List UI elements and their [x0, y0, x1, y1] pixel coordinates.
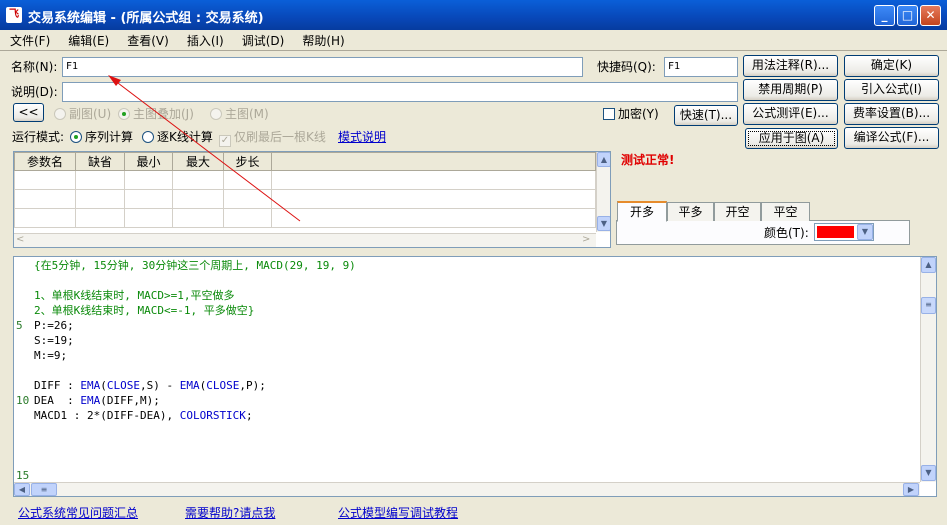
editor-hscroll[interactable]: ◀ ≡ ▶: [14, 482, 920, 496]
table-row[interactable]: [14, 170, 596, 190]
radio-sub[interactable]: 副图(U): [54, 106, 111, 122]
app-icon: 飞: [6, 7, 22, 23]
menu-view[interactable]: 查看(V): [117, 30, 177, 50]
tab-close-short[interactable]: 平空: [761, 202, 810, 221]
mode-seq-radio[interactable]: 序列计算: [70, 129, 133, 145]
scroll-thumb[interactable]: ≡: [921, 297, 936, 314]
shortcut-label: 快捷码(Q):: [597, 60, 656, 74]
mode-bar-radio[interactable]: 逐K线计算: [142, 129, 213, 145]
fee-button[interactable]: 费率设置(B)...: [844, 103, 939, 125]
param-header: 最大: [172, 152, 224, 171]
mode-refresh-checkbox[interactable]: ✓ 仅刷最后一根K线: [219, 129, 326, 147]
code-line: {在5分钟, 15分钟, 30分钟这三个周期上, MACD(29, 19, 9): [34, 259, 356, 272]
title-bar[interactable]: 飞 交易系统编辑 - (所属公式组 : 交易系统) _ □ ✕: [0, 0, 947, 30]
code-line: DEA : EMA(DIFF,M);: [34, 394, 160, 407]
status-text: 测试正常!: [621, 153, 675, 167]
usage-button[interactable]: 用法注释(R)...: [743, 55, 838, 77]
radio-overlay[interactable]: 主图叠加(J): [118, 106, 194, 122]
menu-insert[interactable]: 插入(I): [177, 30, 232, 50]
param-header: 缺省: [75, 152, 125, 171]
menu-divider: [0, 50, 947, 51]
line-number: 15: [16, 469, 30, 482]
color-select[interactable]: ▼: [814, 223, 874, 241]
scroll-left-icon[interactable]: <: [16, 234, 24, 245]
scroll-up-icon[interactable]: ▲: [921, 257, 936, 273]
param-header: 步长: [223, 152, 272, 171]
scroll-right-icon[interactable]: ▶: [903, 483, 919, 496]
scroll-left-icon[interactable]: ◀: [14, 483, 30, 496]
code-line: S:=19;: [34, 334, 74, 347]
compile-button[interactable]: 编译公式(F)...: [844, 127, 939, 149]
code-line: M:=9;: [34, 349, 68, 362]
param-grid[interactable]: 参数名 缺省 最小 最大 步长 ▲ ▼ < >: [13, 151, 611, 248]
collapse-button[interactable]: <<: [13, 103, 44, 122]
faq-link[interactable]: 公式系统常见问题汇总: [18, 505, 138, 521]
tutorial-link[interactable]: 公式模型编写调试教程: [338, 505, 458, 521]
param-header-filler: [271, 152, 596, 171]
apply-button[interactable]: 应用于图(A): [745, 128, 838, 149]
scroll-right-icon[interactable]: >: [582, 234, 590, 245]
grid-hscroll[interactable]: < >: [14, 233, 596, 247]
param-header-row: 参数名 缺省 最小 最大 步长: [14, 152, 596, 171]
scroll-thumb[interactable]: ≡: [31, 483, 57, 496]
scroll-down-icon[interactable]: ▼: [921, 465, 936, 481]
code-line: P:=26;: [34, 319, 74, 332]
code-line: DIFF : EMA(CLOSE,S) - EMA(CLOSE,P);: [34, 379, 266, 392]
disable-period-button[interactable]: 禁用周期(P): [743, 79, 838, 101]
run-mode-label: 运行模式:: [12, 130, 65, 144]
param-header: 最小: [124, 152, 173, 171]
chevron-down-icon[interactable]: ▼: [857, 224, 873, 240]
fast-button[interactable]: 快速(T)...: [674, 105, 738, 126]
mode-help-link[interactable]: 模式说明: [338, 129, 386, 145]
tab-close-long[interactable]: 平多: [667, 202, 714, 221]
tab-open-long[interactable]: 开多: [617, 201, 667, 222]
scroll-down-icon[interactable]: ▼: [597, 216, 610, 231]
import-button[interactable]: 引入公式(I): [844, 79, 939, 101]
grid-vscroll[interactable]: ▲ ▼: [596, 152, 610, 232]
ok-button[interactable]: 确定(K): [844, 55, 939, 77]
radio-main[interactable]: 主图(M): [210, 106, 269, 122]
shortcut-input[interactable]: F1: [664, 57, 738, 77]
table-row[interactable]: [14, 189, 596, 209]
code-editor[interactable]: {在5分钟, 15分钟, 30分钟这三个周期上, MACD(29, 19, 9)…: [13, 256, 937, 497]
code-line: 2、单根K线结束时, MACD<=-1, 平多做空}: [34, 304, 255, 317]
maximize-button[interactable]: □: [897, 5, 918, 26]
test-button[interactable]: 公式测评(E)...: [743, 103, 838, 125]
param-header: 参数名: [14, 152, 76, 171]
scroll-up-icon[interactable]: ▲: [597, 152, 610, 167]
color-swatch: [817, 226, 854, 238]
menu-edit[interactable]: 编辑(E): [58, 30, 117, 50]
tab-open-short[interactable]: 开空: [714, 202, 761, 221]
window-title: 交易系统编辑 - (所属公式组 : 交易系统): [28, 11, 264, 26]
color-label: 颜色(T):: [764, 226, 809, 240]
name-input[interactable]: F1: [62, 57, 583, 77]
desc-label: 说明(D):: [11, 85, 58, 99]
editor-vscroll[interactable]: ▲ ≡ ▼: [920, 257, 936, 482]
minimize-button[interactable]: _: [874, 5, 895, 26]
name-label: 名称(N):: [11, 60, 58, 74]
menu-debug[interactable]: 调试(D): [232, 30, 293, 50]
code-line: MACD1 : 2*(DIFF-DEA), COLORSTICK;: [34, 409, 253, 422]
help-link[interactable]: 需要帮助?请点我: [185, 505, 275, 521]
menu-bar: 文件(F) 编辑(E) 查看(V) 插入(I) 调试(D) 帮助(H): [0, 30, 947, 50]
close-button[interactable]: ✕: [920, 5, 941, 26]
line-number: 5: [16, 319, 23, 332]
menu-help[interactable]: 帮助(H): [292, 30, 352, 50]
code-line: 1、单根K线结束时, MACD>=1,平空做多: [34, 289, 235, 302]
encrypt-checkbox[interactable]: 加密(Y): [603, 106, 659, 122]
table-row[interactable]: [14, 208, 596, 228]
menu-file[interactable]: 文件(F): [0, 30, 58, 50]
line-number: 10: [16, 394, 30, 407]
desc-input[interactable]: [62, 82, 738, 102]
